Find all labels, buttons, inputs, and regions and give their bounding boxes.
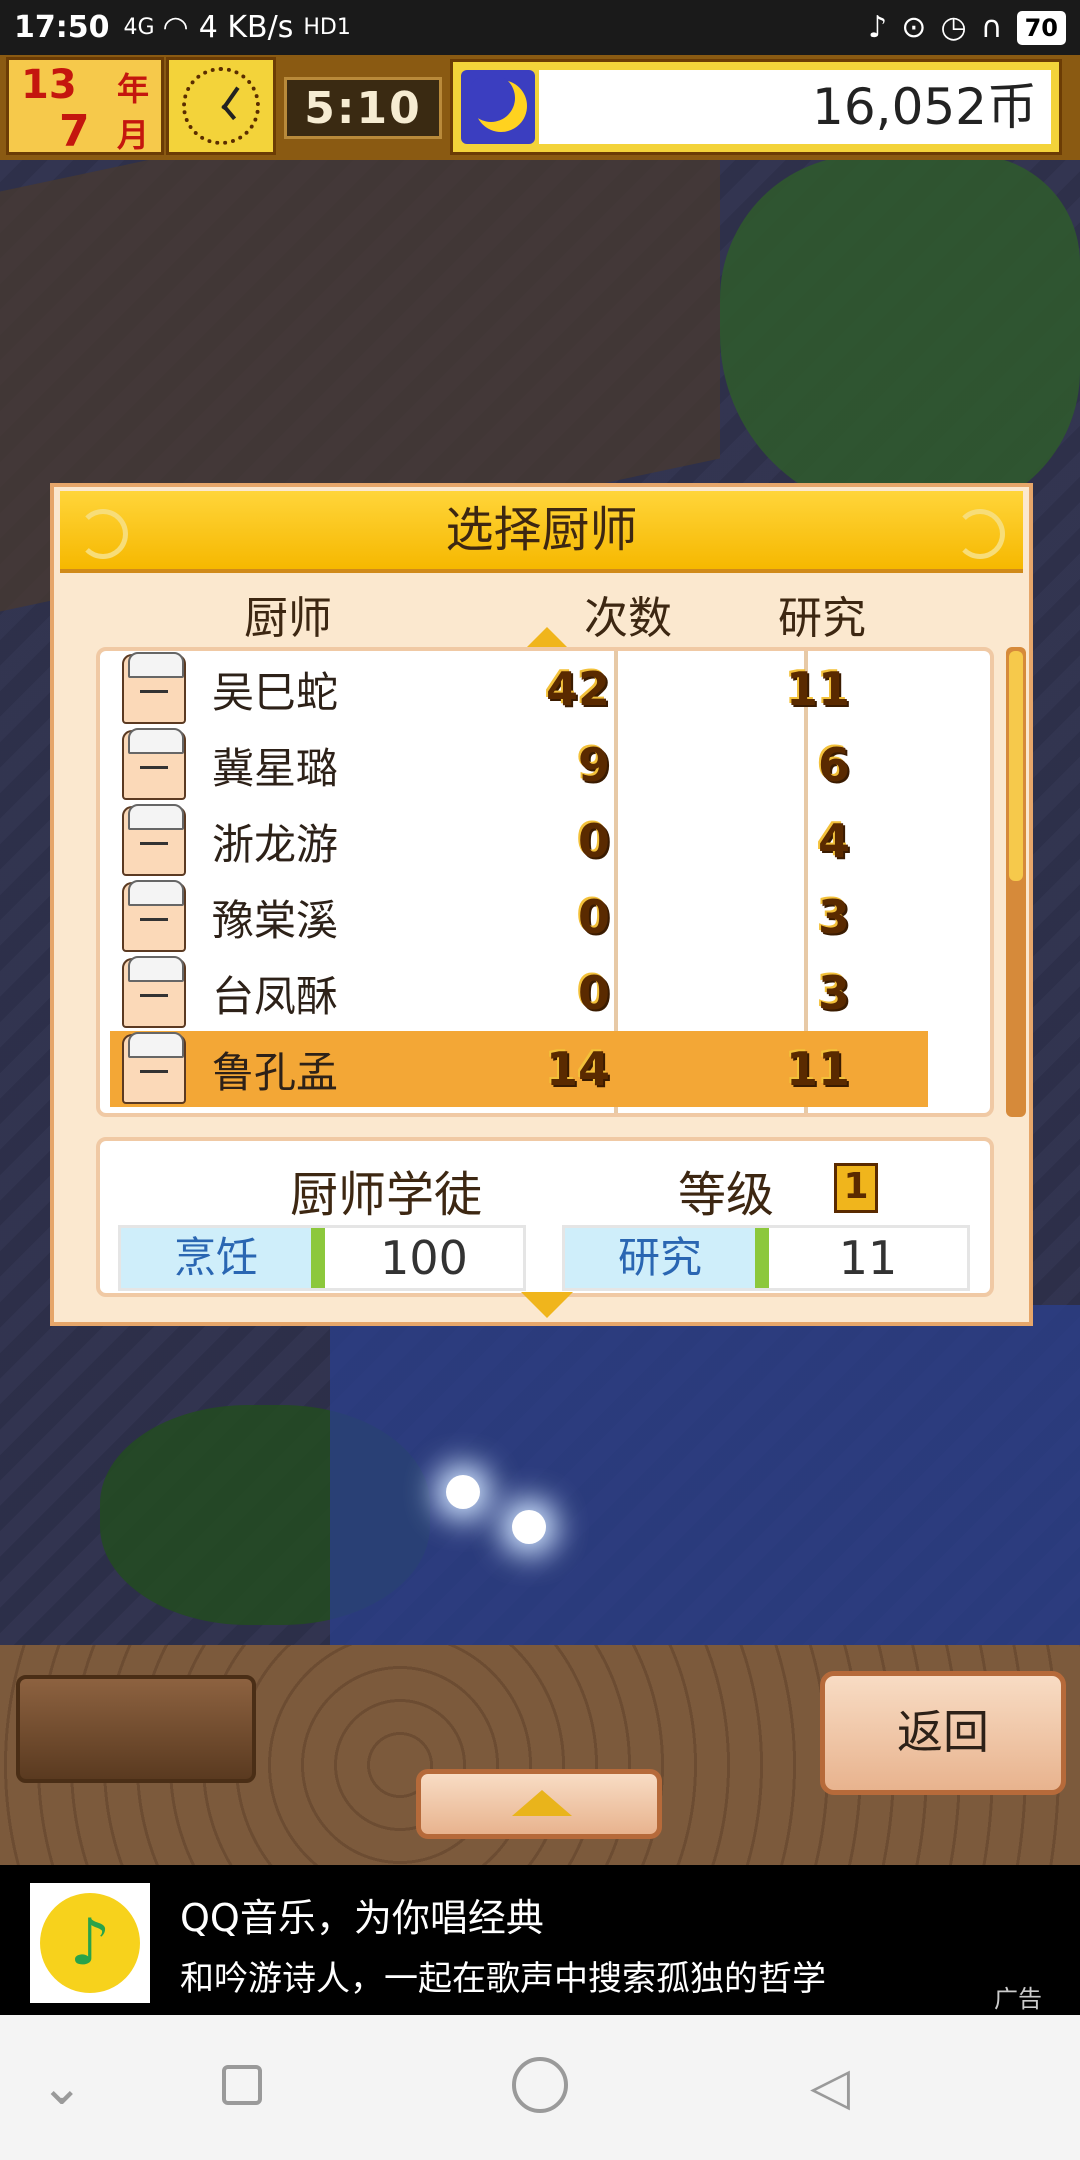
battery-indicator: 70 [1016, 10, 1066, 45]
ad-label: 广告 [994, 1985, 1042, 2013]
dialog-title: 选择厨师 [445, 502, 638, 558]
chef-research: 6 [817, 738, 850, 792]
clock-hand [221, 103, 237, 121]
status-icons: ♪ ⊙ ◷ ∩ 70 [868, 10, 1066, 45]
recent-apps-button[interactable] [222, 2065, 262, 2105]
qq-music-logo: ♪ [30, 1883, 150, 2003]
list-scrollbar[interactable] [1006, 647, 1026, 1117]
moon-icon [461, 70, 535, 144]
chevron-up-icon [512, 1790, 572, 1816]
lock-rotation-icon: ⊙ [901, 10, 927, 45]
level-label: 等级 [678, 1167, 775, 1223]
chef-count: 0 [577, 890, 610, 944]
chef-avatar [122, 804, 186, 876]
empty-slot[interactable] [16, 1675, 256, 1783]
chef-list: 吴巳蛇 42 11 冀星璐 9 6 浙龙游 0 4 豫棠溪 0 3 台凤酥 0 … [96, 647, 994, 1117]
status-bar: 17:50 4G ◠ 4 KB/s HD1 ♪ ⊙ ◷ ∩ 70 [0, 0, 1080, 55]
chef-research: 3 [817, 966, 850, 1020]
vibrate-icon: ♪ [868, 10, 888, 45]
chef-avatar [122, 652, 186, 724]
network-speed: 4 KB/s [198, 10, 294, 45]
month-number: 7 [59, 106, 90, 157]
chef-research: 11 [785, 662, 850, 716]
month-unit: 月 [117, 116, 150, 154]
chef-avatar [122, 880, 186, 952]
chevron-down-icon[interactable]: ⌄ [40, 2057, 84, 2117]
chef-research: 3 [817, 890, 850, 944]
level-badge: 1 [834, 1163, 878, 1213]
chef-detail-panel: 厨师学徒 等级 1 烹饪 100 研究 11 [96, 1137, 994, 1297]
game-time: 5:10 [284, 77, 442, 139]
hd-indicator: HD1 [303, 15, 351, 40]
column-header-chef: 厨师 [244, 593, 332, 644]
cooking-stat: 烹饪 100 [118, 1225, 526, 1291]
scene-lamp-light [512, 1510, 546, 1544]
stat-bar [755, 1228, 769, 1288]
ad-title: QQ音乐，为你唱经典 [180, 1896, 544, 1940]
select-chef-dialog: 选择厨师 厨师 次数 研究 吴巳蛇 42 11 冀星璐 9 6 浙龙游 0 4 … [50, 483, 1033, 1326]
chef-count: 0 [577, 966, 610, 1020]
column-header-count: 次数 [584, 593, 672, 644]
home-button[interactable] [512, 2057, 568, 2113]
clock-icon [166, 57, 276, 155]
wifi-icon: ◠ [162, 10, 189, 45]
scene-garden-tree [720, 155, 1080, 515]
back-button[interactable]: 返回 [820, 1671, 1066, 1795]
chef-row[interactable]: 豫棠溪 0 3 [110, 879, 928, 955]
chef-row-selected[interactable]: 鲁孔孟 14 11 [110, 1031, 928, 1107]
scroll-down-arrow-icon[interactable] [521, 1292, 573, 1318]
year-number: 13 [21, 62, 77, 108]
chef-avatar [122, 728, 186, 800]
money-value: 16,052币 [539, 70, 1051, 144]
clock-face [182, 67, 260, 145]
top-hud: 13 年 7 月 5:10 16,052币 [0, 55, 1080, 160]
research-stat-label: 研究 [565, 1228, 755, 1288]
status-time: 17:50 [14, 10, 110, 45]
chef-count: 14 [545, 1042, 610, 1096]
alarm-icon: ◷ [940, 10, 967, 45]
chef-research: 4 [817, 814, 850, 868]
research-stat: 研究 11 [562, 1225, 970, 1291]
chef-row[interactable]: 台凤酥 0 3 [110, 955, 928, 1031]
cooking-stat-label: 烹饪 [121, 1228, 311, 1288]
chef-avatar [122, 956, 186, 1028]
date-display: 13 年 7 月 [6, 57, 164, 157]
ad-banner[interactable]: ♪ QQ音乐，为你唱经典 和吟游诗人，一起在歌声中搜索孤独的哲学 广告 [0, 1865, 1080, 2015]
chef-count: 0 [577, 814, 610, 868]
chef-row[interactable]: 冀星璐 9 6 [110, 727, 928, 803]
network-indicator: 4G [123, 15, 155, 40]
chef-count: 9 [577, 738, 610, 792]
music-note-icon: ♪ [40, 1893, 140, 1993]
headphones-icon: ∩ [980, 10, 1003, 45]
bottom-toolbar: 返回 [0, 1645, 1080, 1865]
scrollbar-thumb[interactable] [1009, 651, 1023, 881]
system-nav-bar: ⌄ ◁ [0, 2015, 1080, 2160]
chef-avatar [122, 1032, 186, 1104]
stat-bar [311, 1228, 325, 1288]
chef-research: 11 [785, 1042, 850, 1096]
money-display: 16,052币 [450, 59, 1062, 155]
chef-row[interactable]: 浙龙游 0 4 [110, 803, 928, 879]
chef-rank-title: 厨师学徒 [290, 1167, 483, 1223]
research-stat-value: 11 [838, 1231, 898, 1285]
column-header-research: 研究 [778, 593, 866, 644]
back-nav-button[interactable]: ◁ [810, 2057, 850, 2117]
chef-row[interactable]: 吴巳蛇 42 11 [110, 651, 928, 727]
dialog-title-bar: 选择厨师 [60, 491, 1023, 573]
cooking-stat-value: 100 [380, 1231, 468, 1285]
chef-count: 42 [545, 662, 610, 716]
expand-menu-button[interactable] [416, 1769, 662, 1839]
scene-lamp-light [446, 1475, 480, 1509]
ad-subtitle: 和吟游诗人，一起在歌声中搜索孤独的哲学 [180, 1959, 826, 1999]
scene-bedroom-floor [330, 1305, 1080, 1645]
year-unit: 年 [117, 70, 150, 108]
